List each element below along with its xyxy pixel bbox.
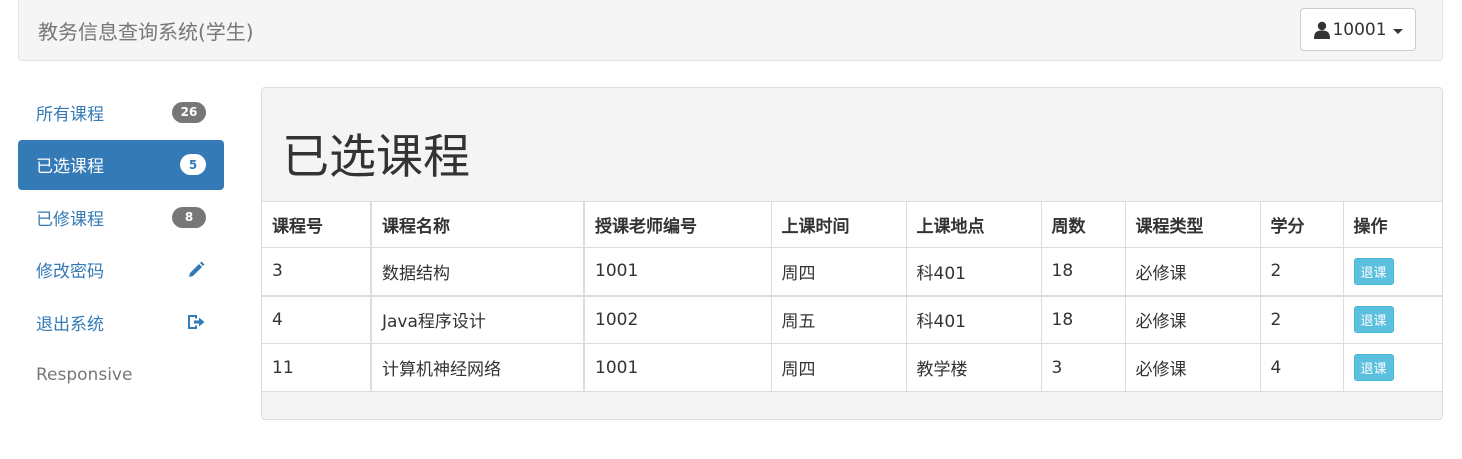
sidebar: 所有课程 26 已选课程 5 已修课程 8 修改密码 退出系统 Responsi… <box>18 87 224 402</box>
user-menu-button[interactable]: 10001 <box>1300 8 1416 51</box>
table-cell: 18 <box>1040 295 1126 344</box>
table-cell: 11 <box>262 343 372 392</box>
table-cell: 必修课 <box>1124 343 1261 392</box>
table-cell: 2 <box>1259 295 1344 344</box>
sidebar-item-label: 退出系统 <box>36 314 104 335</box>
user-icon <box>1313 21 1331 39</box>
selected-courses-table: 课程号 课程名称 授课老师编号 上课时间 上课地点 周数 课程类型 学分 操作 … <box>262 201 1442 392</box>
user-id-label: 10001 <box>1332 19 1387 40</box>
table-cell: 周四 <box>770 343 907 392</box>
action-cell: 退课 <box>1342 295 1442 344</box>
column-header: 课程类型 <box>1124 201 1261 248</box>
action-cell: 退课 <box>1342 247 1442 296</box>
pencil-icon <box>186 260 206 280</box>
table-cell: 2 <box>1259 247 1344 296</box>
sidebar-item-label: 已修课程 <box>36 209 104 230</box>
table-cell: 科401 <box>905 247 1042 296</box>
table-cell: 计算机神经网络 <box>370 343 585 392</box>
drop-course-button[interactable]: 退课 <box>1353 257 1394 285</box>
sidebar-item-label: 所有课程 <box>36 104 104 125</box>
table-row: 11 计算机神经网络 1001 周四 教学楼 3 必修课 4 退课 <box>262 343 1442 392</box>
table-cell: 1002 <box>583 295 772 344</box>
sidebar-item-logout[interactable]: 退出系统 <box>18 297 224 347</box>
sidebar-item-responsive[interactable]: Responsive <box>18 350 224 400</box>
sidebar-item-selected-courses[interactable]: 已选课程 5 <box>18 139 224 190</box>
table-cell: 4 <box>1259 343 1344 392</box>
sidebar-item-all-courses[interactable]: 所有课程 26 <box>18 87 224 137</box>
column-header: 上课时间 <box>770 201 907 248</box>
table-header-row: 课程号 课程名称 授课老师编号 上课时间 上课地点 周数 课程类型 学分 操作 <box>262 201 1442 248</box>
chevron-down-icon <box>1392 28 1403 34</box>
sidebar-item-completed-courses[interactable]: 已修课程 8 <box>18 192 224 242</box>
count-badge: 8 <box>172 206 206 228</box>
column-header: 学分 <box>1259 201 1344 248</box>
brand-title[interactable]: 教务信息查询系统(学生) <box>38 16 254 45</box>
top-navbar: 教务信息查询系统(学生) 10001 <box>18 0 1443 61</box>
column-header: 操作 <box>1342 201 1442 248</box>
column-header: 课程号 <box>262 201 372 248</box>
content-panel: 已选课程 课程号 课程名称 授课老师编号 上课时间 上课地点 周数 课程类型 学… <box>261 87 1443 420</box>
table-cell: 1001 <box>583 247 772 296</box>
count-badge: 5 <box>180 154 206 175</box>
table-cell: 4 <box>262 295 372 344</box>
table-cell: 数据结构 <box>370 247 585 296</box>
page-title: 已选课程 <box>282 130 470 185</box>
table-cell: 周四 <box>770 247 907 296</box>
table-cell: 1001 <box>583 343 772 392</box>
table-row: 3 数据结构 1001 周四 科401 18 必修课 2 退课 <box>262 247 1442 296</box>
sidebar-item-label: Responsive <box>36 364 133 385</box>
table-cell: 必修课 <box>1124 247 1261 296</box>
table-cell: 3 <box>1040 343 1126 392</box>
column-header: 授课老师编号 <box>583 201 772 248</box>
table-row: 4 Java程序设计 1002 周五 科401 18 必修课 2 退课 <box>262 295 1442 344</box>
column-header: 上课地点 <box>905 201 1042 248</box>
table-cell: 18 <box>1040 247 1126 296</box>
table-cell: 教学楼 <box>905 343 1042 392</box>
action-cell: 退课 <box>1342 343 1442 392</box>
logout-icon <box>186 312 206 332</box>
table-cell: 周五 <box>770 295 907 344</box>
table-cell: 科401 <box>905 295 1042 344</box>
drop-course-button[interactable]: 退课 <box>1353 306 1394 334</box>
drop-course-button[interactable]: 退课 <box>1353 354 1394 381</box>
table-cell: 必修课 <box>1124 295 1261 344</box>
column-header: 课程名称 <box>370 201 585 248</box>
sidebar-item-change-password[interactable]: 修改密码 <box>18 245 224 295</box>
column-header: 周数 <box>1040 201 1126 248</box>
count-badge: 26 <box>172 101 206 123</box>
sidebar-item-label: 已选课程 <box>36 157 104 177</box>
sidebar-item-label: 修改密码 <box>36 262 104 282</box>
table-cell: 3 <box>262 247 372 296</box>
table-cell: Java程序设计 <box>370 295 585 344</box>
